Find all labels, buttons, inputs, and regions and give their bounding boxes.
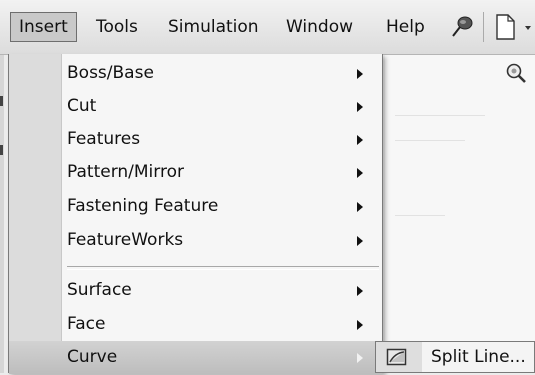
submenu-arrow-icon	[357, 320, 363, 330]
zoom-icon[interactable]	[505, 62, 527, 84]
faint-line	[395, 115, 485, 116]
menu-item-label: Split Line...	[431, 347, 526, 367]
menu-tools[interactable]: Tools	[88, 12, 146, 42]
submenu-arrow-icon	[357, 353, 363, 363]
menu-item-cut[interactable]: Cut	[9, 90, 382, 123]
menu-item-face[interactable]: Face	[9, 308, 382, 341]
menu-bar: Insert Tools Simulation Window Help	[0, 0, 535, 55]
menu-item-label: Curve	[67, 347, 118, 367]
pushpin-icon[interactable]	[448, 12, 476, 42]
submenu-arrow-icon	[357, 286, 363, 296]
menu-item-features[interactable]: Features	[9, 123, 382, 156]
menu-item-pattern-mirror[interactable]: Pattern/Mirror	[9, 156, 382, 189]
submenu-arrow-icon	[357, 102, 363, 112]
menu-window[interactable]: Window	[278, 12, 361, 42]
faint-line	[395, 215, 445, 216]
menu-item-label: Boss/Base	[67, 63, 154, 83]
menu-item-curve[interactable]: Curve	[9, 341, 382, 374]
submenu-arrow-icon	[357, 135, 363, 145]
menu-item-split-line[interactable]: Split Line...	[376, 342, 534, 372]
insert-menu: Boss/Base Cut Features Pattern/Mirror Fa…	[8, 54, 383, 374]
faint-line	[395, 140, 465, 141]
menu-item-label: Cut	[67, 96, 97, 116]
menu-item-label: Fastening Feature	[67, 196, 219, 216]
menu-item-boss-base[interactable]: Boss/Base	[9, 57, 382, 90]
menu-insert[interactable]: Insert	[10, 12, 77, 42]
new-document-icon[interactable]	[492, 12, 518, 42]
menu-item-featureworks[interactable]: FeatureWorks	[9, 224, 382, 257]
submenu-arrow-icon	[357, 168, 363, 178]
menu-item-label: Features	[67, 129, 141, 149]
curve-submenu: Split Line...	[375, 341, 535, 373]
left-panel-marker	[0, 145, 3, 155]
menu-separator	[67, 266, 379, 270]
left-panel-marker	[0, 96, 3, 106]
menu-item-label: Surface	[67, 280, 132, 300]
split-line-icon	[386, 348, 407, 366]
menu-item-label: Pattern/Mirror	[67, 162, 184, 182]
dropdown-arrow-icon[interactable]	[522, 12, 535, 42]
submenu-arrow-icon	[357, 236, 363, 246]
menu-item-label: FeatureWorks	[67, 230, 184, 250]
submenu-arrow-icon	[357, 69, 363, 79]
menu-simulation[interactable]: Simulation	[160, 12, 267, 42]
menu-item-fastening-feature[interactable]: Fastening Feature	[9, 190, 382, 223]
menu-item-surface[interactable]: Surface	[9, 274, 382, 307]
toolbar-separator	[483, 12, 484, 42]
submenu-arrow-icon	[357, 202, 363, 212]
menu-help[interactable]: Help	[378, 12, 433, 42]
menu-item-label: Face	[67, 314, 106, 334]
graphics-area[interactable]	[385, 55, 535, 345]
